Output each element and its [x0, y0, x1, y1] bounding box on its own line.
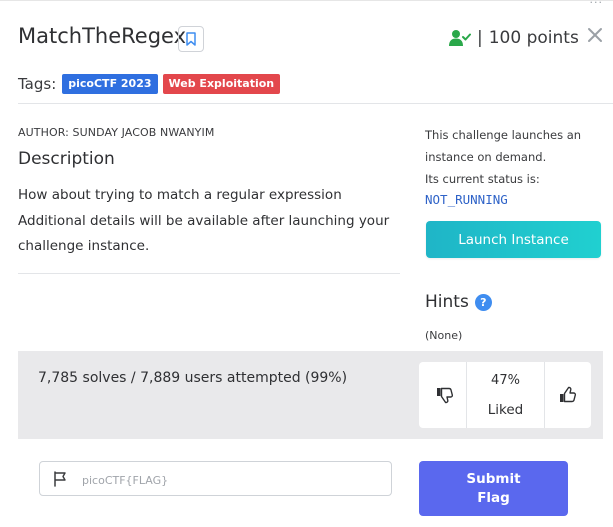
- like-divider: [466, 362, 467, 428]
- instance-info-line: instance on demand.: [425, 150, 547, 164]
- description-line: challenge instance.: [18, 238, 150, 254]
- instance-status: NOT_RUNNING: [425, 192, 508, 207]
- bookmark-icon: [186, 32, 196, 46]
- header-divider: [18, 103, 613, 104]
- liked-label: Liked: [487, 402, 524, 418]
- hints-heading: Hints ?: [425, 292, 492, 312]
- points-value: 100 points: [488, 28, 579, 48]
- instance-info-line: This challenge launches an: [425, 128, 582, 142]
- description-line: Additional details will be available aft…: [18, 212, 390, 229]
- tags-row: Tags: picoCTF 2023 Web Exploitation: [18, 74, 285, 94]
- instance-info: This challenge launches an instance on d…: [425, 124, 581, 190]
- thumbs-down-icon[interactable]: [436, 386, 454, 404]
- like-card: 47% Liked: [419, 362, 591, 428]
- description-divider: [18, 273, 400, 274]
- points-separator: |: [477, 28, 483, 48]
- points-display: | 100 points: [449, 28, 579, 48]
- like-divider: [544, 362, 545, 428]
- hints-heading-label: Hints: [425, 292, 469, 312]
- description-line: How about trying to match a regular expr…: [18, 187, 342, 203]
- liked-percent: 47%: [491, 373, 520, 388]
- user-solved-icon: [449, 30, 471, 46]
- author-line: AUTHOR: SUNDAY JACOB NWANYIM: [18, 126, 215, 139]
- scroll-indicator: ‧‧‧: [589, 0, 603, 9]
- tag-picoctf-2023[interactable]: picoCTF 2023: [62, 74, 158, 94]
- close-icon: [588, 28, 602, 42]
- challenge-title: MatchTheRegex: [18, 24, 187, 48]
- thumbs-up-icon[interactable]: [559, 386, 577, 404]
- instance-info-line: Its current status is:: [425, 172, 540, 186]
- tags-label: Tags:: [18, 75, 57, 93]
- hints-content: (None): [425, 329, 463, 342]
- help-icon[interactable]: ?: [474, 293, 492, 311]
- solves-text: 7,785 solves / 7,889 users attempted (99…: [38, 370, 348, 386]
- launch-instance-button[interactable]: Launch Instance: [426, 221, 601, 258]
- submit-flag-button[interactable]: Submit Flag: [419, 461, 568, 516]
- flag-input[interactable]: [80, 468, 384, 492]
- tag-web-exploitation[interactable]: Web Exploitation: [162, 74, 281, 94]
- top-border: [0, 0, 613, 1]
- flag-icon: [54, 471, 66, 487]
- close-button[interactable]: [586, 26, 604, 44]
- flag-field[interactable]: [39, 461, 392, 496]
- description-heading: Description: [18, 149, 115, 169]
- bookmark-button[interactable]: [178, 26, 204, 52]
- description-body: How about trying to match a regular expr…: [18, 183, 408, 260]
